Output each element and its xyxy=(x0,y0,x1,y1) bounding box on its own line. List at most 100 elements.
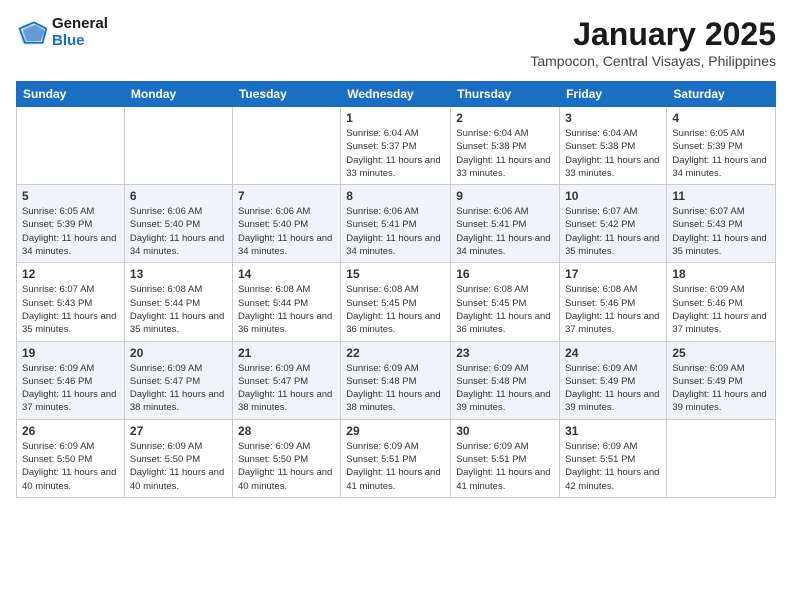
sunrise-text: Sunrise: 6:09 AM xyxy=(22,363,94,374)
daylight-text: Daylight: 11 hours and 38 minutes. xyxy=(238,389,332,413)
sunset-text: Sunset: 5:40 PM xyxy=(238,219,308,230)
sunset-text: Sunset: 5:46 PM xyxy=(565,298,635,309)
sunrise-text: Sunrise: 6:09 AM xyxy=(346,441,418,452)
sunset-text: Sunset: 5:44 PM xyxy=(130,298,200,309)
calendar-week-5: 26Sunrise: 6:09 AMSunset: 5:50 PMDayligh… xyxy=(17,419,776,497)
daylight-text: Daylight: 11 hours and 34 minutes. xyxy=(238,233,332,257)
day-number: 19 xyxy=(22,346,119,360)
table-cell: 16Sunrise: 6:08 AMSunset: 5:45 PMDayligh… xyxy=(451,263,560,341)
sunrise-text: Sunrise: 6:09 AM xyxy=(456,363,528,374)
cell-info: Sunrise: 6:06 AM Sunset: 5:41 PM Daylight:… xyxy=(456,205,554,258)
sunrise-text: Sunrise: 6:06 AM xyxy=(456,206,528,217)
day-number: 17 xyxy=(565,267,661,281)
sunset-text: Sunset: 5:50 PM xyxy=(22,454,92,465)
daylight-text: Daylight: 11 hours and 41 minutes. xyxy=(456,467,550,491)
table-cell: 29Sunrise: 6:09 AMSunset: 5:51 PMDayligh… xyxy=(341,419,451,497)
day-number: 12 xyxy=(22,267,119,281)
sunrise-text: Sunrise: 6:09 AM xyxy=(238,441,310,452)
daylight-text: Daylight: 11 hours and 34 minutes. xyxy=(672,155,766,179)
cell-info: Sunrise: 6:09 AMSunset: 5:47 PMDaylight:… xyxy=(238,362,335,415)
day-number: 5 xyxy=(22,189,119,203)
day-number: 2 xyxy=(456,111,554,125)
day-number: 8 xyxy=(346,189,445,203)
daylight-text: Daylight: 11 hours and 39 minutes. xyxy=(672,389,766,413)
daylight-text: Daylight: 11 hours and 33 minutes. xyxy=(456,155,550,179)
cell-info: Sunrise: 6:09 AMSunset: 5:48 PMDaylight:… xyxy=(346,362,445,415)
col-sunday: Sunday xyxy=(17,82,125,107)
sunrise-text: Sunrise: 6:09 AM xyxy=(565,441,637,452)
sunset-text: Sunset: 5:47 PM xyxy=(130,376,200,387)
table-cell: 24Sunrise: 6:09 AMSunset: 5:49 PMDayligh… xyxy=(560,341,667,419)
table-cell: 26Sunrise: 6:09 AMSunset: 5:50 PMDayligh… xyxy=(17,419,125,497)
sunrise-text: Sunrise: 6:09 AM xyxy=(456,441,528,452)
table-cell: 13Sunrise: 6:08 AMSunset: 5:44 PMDayligh… xyxy=(124,263,232,341)
daylight-text: Daylight: 11 hours and 34 minutes. xyxy=(22,233,116,257)
sunset-text: Sunset: 5:41 PM xyxy=(346,219,416,230)
table-cell: 25Sunrise: 6:09 AMSunset: 5:49 PMDayligh… xyxy=(667,341,776,419)
cell-info: Sunrise: 6:09 AMSunset: 5:49 PMDaylight:… xyxy=(672,362,770,415)
calendar-week-4: 19 Sunrise: 6:09 AM Sunset: 5:46 PM Dayligh… xyxy=(17,341,776,419)
daylight-text: Daylight: 11 hours and 39 minutes. xyxy=(565,389,659,413)
day-number: 28 xyxy=(238,424,335,438)
sunset-text: Sunset: 5:51 PM xyxy=(346,454,416,465)
day-number: 21 xyxy=(238,346,335,360)
col-friday: Friday xyxy=(560,82,667,107)
cell-info: Sunrise: 6:09 AMSunset: 5:51 PMDaylight:… xyxy=(346,440,445,493)
daylight-text: Daylight: 11 hours and 37 minutes. xyxy=(22,389,116,413)
day-number: 20 xyxy=(130,346,227,360)
sunset-text: Sunset: 5:39 PM xyxy=(672,141,742,152)
table-cell xyxy=(17,107,125,185)
table-cell: 23Sunrise: 6:09 AMSunset: 5:48 PMDayligh… xyxy=(451,341,560,419)
daylight-text: Daylight: 11 hours and 34 minutes. xyxy=(130,233,224,257)
table-cell: 8 Sunrise: 6:06 AMSunset: 5:41 PMDaylight… xyxy=(341,185,451,263)
sunset-text: Sunset: 5:46 PM xyxy=(22,376,92,387)
header: General Blue January 2025 Tampocon, Cent… xyxy=(16,16,776,69)
cell-info: Sunrise: 6:09 AMSunset: 5:46 PMDaylight:… xyxy=(672,283,770,336)
sunrise-text: Sunrise: 6:06 AM xyxy=(130,206,202,217)
daylight-text: Daylight: 11 hours and 34 minutes. xyxy=(346,233,440,257)
daylight-text: Daylight: 11 hours and 40 minutes. xyxy=(22,467,116,491)
cell-info: Sunrise: 6:06 AM Sunset: 5:40 PM Daylight:… xyxy=(238,205,335,258)
sunset-text: Sunset: 5:41 PM xyxy=(456,219,526,230)
cell-info: Sunrise: 6:06 AMSunset: 5:41 PMDaylight:… xyxy=(346,205,445,258)
daylight-text: Daylight: 11 hours and 36 minutes. xyxy=(456,311,550,335)
cell-info: Sunrise: 6:09 AMSunset: 5:49 PMDaylight:… xyxy=(565,362,661,415)
month-title: January 2025 xyxy=(530,16,776,53)
day-number: 31 xyxy=(565,424,661,438)
day-number: 18 xyxy=(672,267,770,281)
sunset-text: Sunset: 5:45 PM xyxy=(346,298,416,309)
table-cell: 20Sunrise: 6:09 AMSunset: 5:47 PMDayligh… xyxy=(124,341,232,419)
sunrise-text: Sunrise: 6:09 AM xyxy=(346,363,418,374)
cell-info: Sunrise: 6:09 AMSunset: 5:50 PMDaylight:… xyxy=(22,440,119,493)
calendar-week-3: 12Sunrise: 6:07 AMSunset: 5:43 PMDayligh… xyxy=(17,263,776,341)
sunrise-text: Sunrise: 6:06 AM xyxy=(238,206,310,217)
logo-text: General Blue xyxy=(52,16,108,49)
sunset-text: Sunset: 5:44 PM xyxy=(238,298,308,309)
sunrise-text: Sunrise: 6:04 AM xyxy=(346,128,418,139)
day-number: 10 xyxy=(565,189,661,203)
sunset-text: Sunset: 5:47 PM xyxy=(238,376,308,387)
cell-info: Sunrise: 6:09 AMSunset: 5:51 PMDaylight:… xyxy=(456,440,554,493)
table-cell: 18 Sunrise: 6:09 AMSunset: 5:46 PMDayligh… xyxy=(667,263,776,341)
daylight-text: Daylight: 11 hours and 42 minutes. xyxy=(565,467,659,491)
daylight-text: Daylight: 11 hours and 34 minutes. xyxy=(456,233,550,257)
cell-info: Sunrise: 6:09 AMSunset: 5:50 PMDaylight:… xyxy=(130,440,227,493)
day-number: 13 xyxy=(130,267,227,281)
daylight-text: Daylight: 11 hours and 36 minutes. xyxy=(346,311,440,335)
cell-info: Sunrise: 6:08 AMSunset: 5:44 PMDaylight:… xyxy=(238,283,335,336)
cell-info: Sunrise: 6:04 AMSunset: 5:38 PMDaylight:… xyxy=(456,127,554,180)
sunrise-text: Sunrise: 6:05 AM xyxy=(672,128,744,139)
day-number: 30 xyxy=(456,424,554,438)
cell-info: Sunrise: 6:08 AMSunset: 5:46 PMDaylight:… xyxy=(565,283,661,336)
daylight-text: Daylight: 11 hours and 33 minutes. xyxy=(565,155,659,179)
sunrise-text: Sunrise: 6:05 AM xyxy=(22,206,94,217)
sunset-text: Sunset: 5:50 PM xyxy=(130,454,200,465)
sunset-text: Sunset: 5:38 PM xyxy=(456,141,526,152)
table-cell: 12Sunrise: 6:07 AMSunset: 5:43 PMDayligh… xyxy=(17,263,125,341)
daylight-text: Daylight: 11 hours and 35 minutes. xyxy=(130,311,224,335)
daylight-text: Daylight: 11 hours and 40 minutes. xyxy=(130,467,224,491)
sunset-text: Sunset: 5:42 PM xyxy=(565,219,635,230)
table-cell: 1Sunrise: 6:04 AMSunset: 5:37 PMDaylight… xyxy=(341,107,451,185)
sunrise-text: Sunrise: 6:09 AM xyxy=(672,363,744,374)
table-cell: 28Sunrise: 6:09 AMSunset: 5:50 PMDayligh… xyxy=(232,419,340,497)
